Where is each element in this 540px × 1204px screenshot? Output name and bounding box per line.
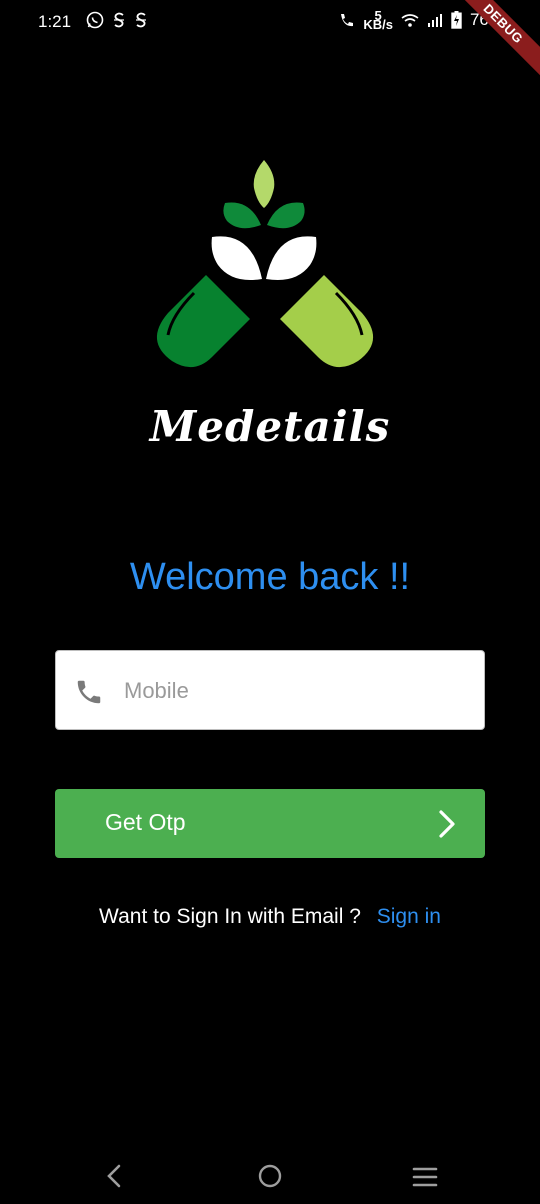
back-icon[interactable] [104, 1164, 124, 1188]
welcome-heading: Welcome back !! [129, 556, 411, 598]
top-leaf-icon [253, 160, 275, 208]
right-capsule-icon [280, 275, 374, 368]
email-sign-in-row: Want to Sign In with Email ? Sign in [0, 905, 540, 929]
mobile-field[interactable] [55, 650, 485, 730]
right-white-leaf-icon [266, 236, 317, 281]
home-icon[interactable] [258, 1164, 282, 1188]
whatsapp-icon [86, 11, 104, 29]
chevron-right-icon [439, 810, 455, 838]
phone-icon [77, 680, 101, 704]
left-dark-leaf-icon [223, 202, 261, 229]
battery-charging-icon [451, 11, 462, 29]
brand-name: Medetails [149, 402, 391, 451]
left-white-leaf-icon [211, 236, 262, 281]
navigation-bar [0, 1150, 540, 1204]
get-otp-label: Get Otp [105, 809, 186, 835]
sign-in-link[interactable]: Sign in [377, 905, 441, 928]
wifi-icon [401, 14, 419, 27]
network-speed-unit: KB/s [363, 17, 393, 32]
notification-icons [86, 11, 148, 29]
email-sign-in-prompt: Want to Sign In with Email ? [99, 905, 361, 928]
s-app-icon [136, 12, 146, 28]
status-time: 1:21 [38, 12, 72, 31]
s-app-icon [114, 12, 124, 28]
left-capsule-icon [156, 275, 250, 368]
signal-icon [427, 14, 442, 27]
network-speed: 5 KB/s [363, 9, 393, 32]
recents-icon[interactable] [412, 1166, 438, 1188]
status-bar: 1:21 5 KB/s [0, 0, 540, 46]
medetails-logo [156, 160, 374, 368]
get-otp-button[interactable]: Get Otp [55, 789, 485, 858]
call-icon [341, 13, 354, 26]
right-dark-leaf-icon [267, 202, 305, 229]
mobile-input[interactable] [122, 665, 466, 717]
